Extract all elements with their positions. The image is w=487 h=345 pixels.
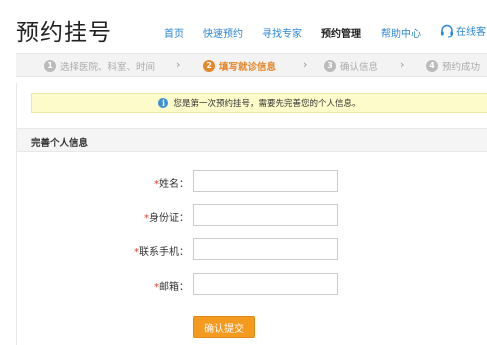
- step-4-number: 4: [426, 60, 438, 72]
- step-4: 4 预约成功: [426, 59, 480, 73]
- step-2: 2 填写就诊信息: [203, 59, 276, 73]
- step-1: 1 选择医院、科室、时间: [44, 59, 155, 73]
- step-arrow-icon: ›: [176, 58, 181, 71]
- id-card-label: *身份证：: [144, 209, 189, 224]
- section-header: 完善个人信息: [17, 128, 487, 152]
- email-label-text: 邮箱：: [159, 282, 189, 293]
- step-3-label: 确认信息: [340, 62, 379, 73]
- email-label: *邮箱：: [154, 278, 189, 293]
- phone-label: *联系手机：: [134, 243, 189, 258]
- email-input[interactable]: [193, 273, 338, 295]
- step-1-number: 1: [44, 60, 56, 72]
- online-service-label: 在线客: [456, 27, 486, 38]
- headset-icon: [441, 24, 453, 37]
- main-nav: 首页 快速预约 寻找专家 预约管理 帮助中心: [0, 25, 487, 41]
- step-3: 3 确认信息: [324, 59, 378, 73]
- nav-booking-management[interactable]: 预约管理: [321, 25, 361, 40]
- step-1-label: 选择医院、科室、时间: [60, 62, 156, 73]
- nav-help-center[interactable]: 帮助中心: [381, 25, 421, 40]
- step-2-label: 填写就诊信息: [219, 62, 277, 73]
- first-time-notice: i 您是第一次预约挂号，需要先完善您的个人信息。: [31, 93, 487, 113]
- step-4-label: 预约成功: [442, 62, 481, 73]
- phone-input[interactable]: [193, 238, 338, 260]
- name-input[interactable]: [193, 170, 338, 192]
- name-label-text: 姓名：: [159, 179, 189, 190]
- submit-button[interactable]: 确认提交: [193, 316, 255, 338]
- nav-home[interactable]: 首页: [164, 25, 184, 40]
- step-arrow-icon: ›: [303, 58, 308, 71]
- section-title: 完善个人信息: [31, 138, 89, 149]
- step-arrow-icon: ›: [400, 58, 405, 71]
- form-row-name: *姓名：: [17, 170, 487, 192]
- name-label: *姓名：: [154, 175, 189, 190]
- nav-quick-booking[interactable]: 快速预约: [203, 25, 243, 40]
- info-icon: i: [158, 98, 169, 108]
- step-3-number: 3: [324, 60, 336, 72]
- form-row-id-card: *身份证：: [17, 204, 487, 226]
- nav-find-expert[interactable]: 寻找专家: [262, 25, 302, 40]
- main-content: i 您是第一次预约挂号，需要先完善您的个人信息。 完善个人信息 *姓名： *身份…: [16, 83, 487, 345]
- progress-steps: 1 选择医院、科室、时间 › 2 填写就诊信息 › 3 确认信息 › 4 预约成…: [16, 53, 487, 77]
- form-row-phone: *联系手机：: [17, 238, 487, 260]
- notice-text: 您是第一次预约挂号，需要先完善您的个人信息。: [173, 99, 361, 109]
- form-row-email: *邮箱：: [17, 273, 487, 295]
- phone-label-text: 联系手机：: [139, 247, 189, 258]
- online-service[interactable]: 在线客: [440, 23, 486, 38]
- step-2-number: 2: [203, 60, 215, 72]
- id-card-input[interactable]: [193, 204, 338, 226]
- id-card-label-text: 身份证：: [149, 213, 189, 224]
